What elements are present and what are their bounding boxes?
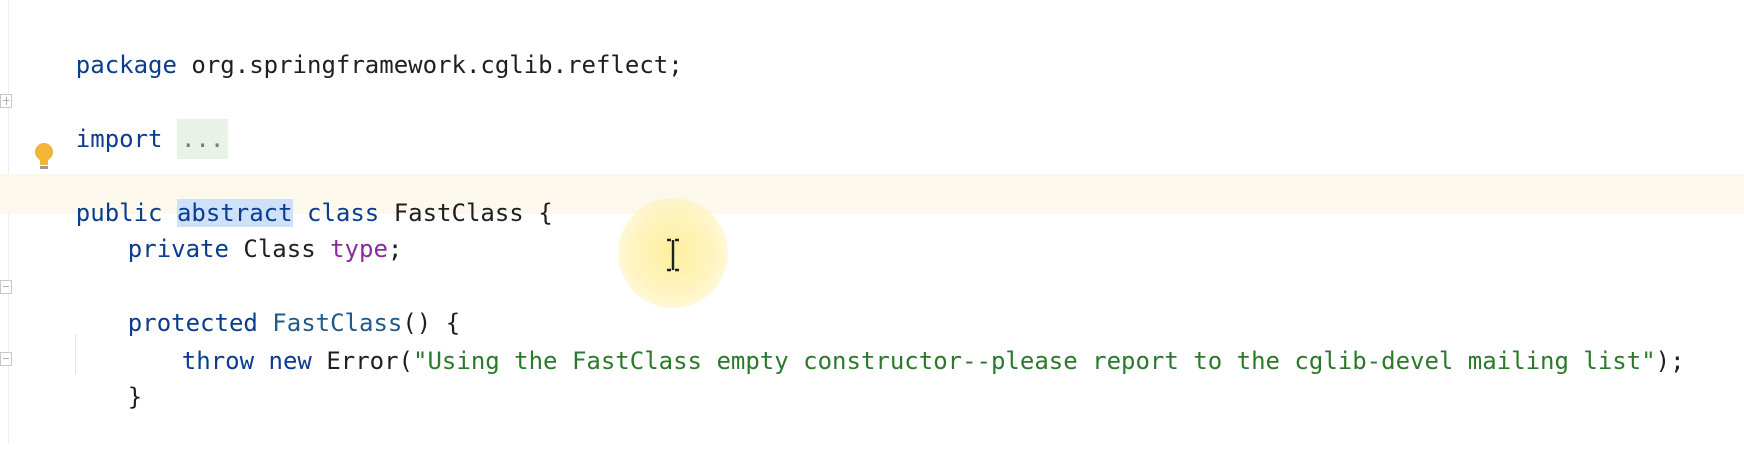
keyword-throw: throw [181,347,255,375]
code-line-class-decl[interactable]: public abstract class FastClass { [18,156,553,227]
statement-end: ); [1655,347,1685,375]
semicolon: ; [387,235,403,263]
open-brace: { [538,199,553,227]
code-editor[interactable]: package org.springframework.cglib.reflec… [0,0,1744,444]
keyword-import: import [75,125,163,153]
package-name: org.springframework.cglib.reflect; [176,51,683,79]
field-name: type [330,235,388,263]
gutter-divider [8,0,9,444]
text-cursor-icon [667,238,679,272]
fold-collapse-icon[interactable] [0,280,12,294]
error-message-string: "Using the FastClass empty constructor--… [413,347,1656,375]
code-line-close-brace[interactable]: } [70,340,142,411]
fold-end-icon[interactable] [0,352,12,366]
field-type: Class [243,235,316,263]
folded-imports[interactable]: ... [176,119,229,159]
code-line-import[interactable]: import ... [18,82,229,159]
fold-expand-icon[interactable] [0,94,12,108]
error-constructor: Error( [326,347,414,375]
keyword-private: private [127,235,229,263]
code-line-field[interactable]: private Class type; [70,192,403,263]
close-brace: } [127,383,143,411]
code-line-constructor[interactable]: protected FastClass() { [70,266,460,337]
keyword-new: new [268,347,312,375]
keyword-package: package [75,51,177,79]
class-name: FastClass [393,199,524,227]
code-line-throw[interactable]: throw new Error("Using the FastClass emp… [124,304,1685,375]
code-line-package[interactable]: package org.springframework.cglib.reflec… [18,8,683,79]
